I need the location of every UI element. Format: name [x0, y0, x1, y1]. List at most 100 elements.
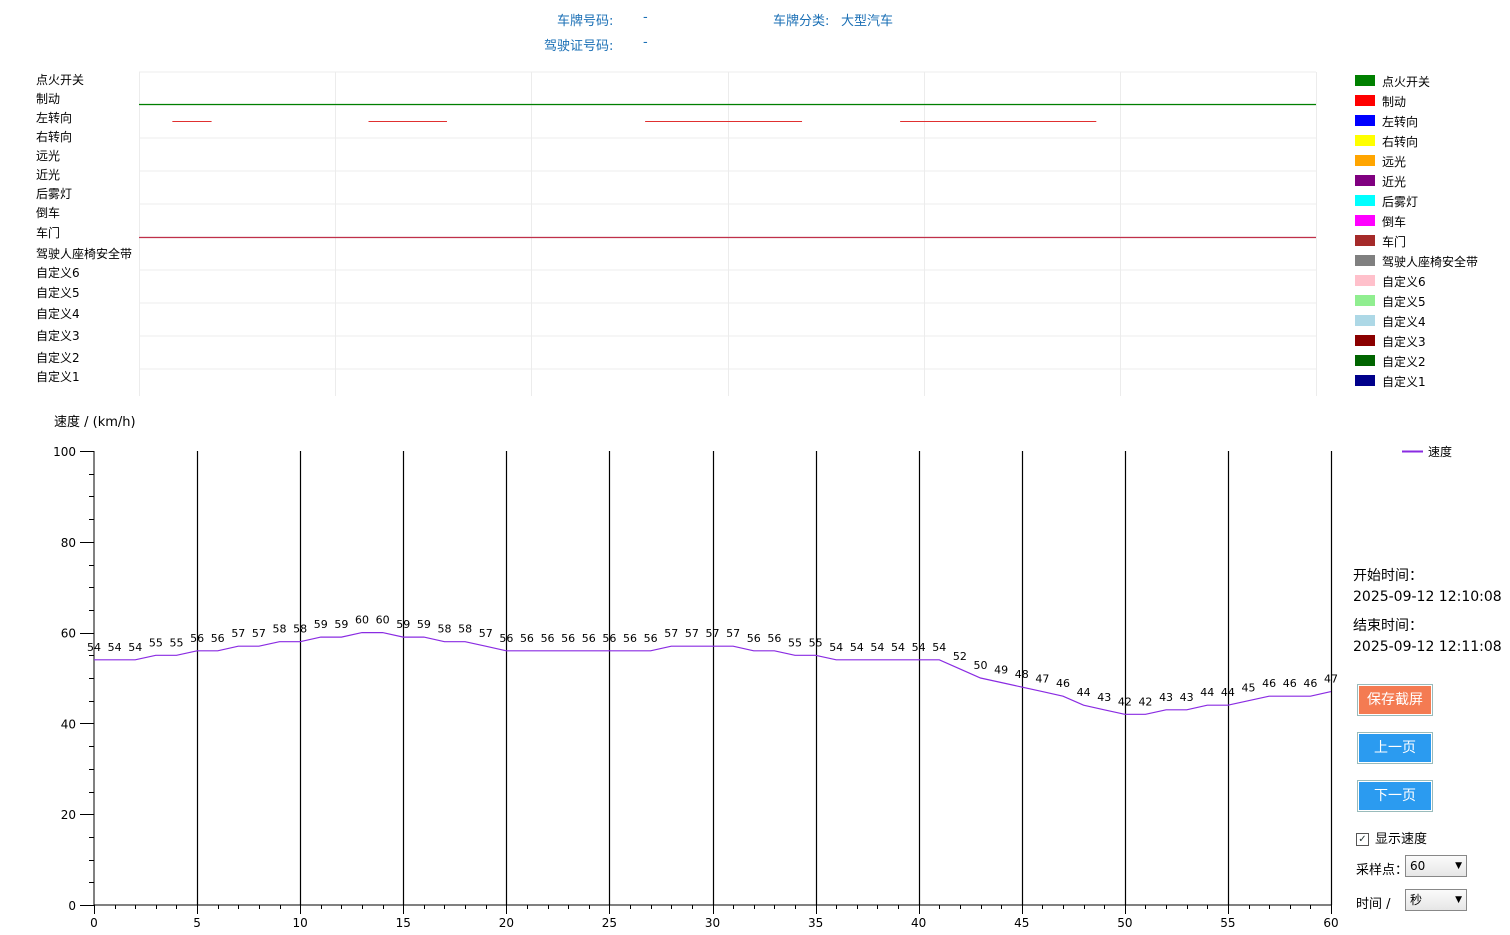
- x-tick-label: 60: [1323, 916, 1338, 930]
- x-tick-label: 40: [911, 916, 926, 930]
- speed-data-label: 57: [231, 627, 245, 640]
- speed-data-label: 56: [190, 632, 204, 645]
- speed-data-label: 56: [747, 632, 761, 645]
- y-tick-label: 80: [61, 536, 76, 550]
- speed-data-label: 46: [1283, 677, 1297, 690]
- start-time-label: 开始时间：: [1353, 568, 1423, 584]
- save-screenshot-button[interactable]: 保存截屏: [1357, 684, 1433, 716]
- speed-data-label: 54: [932, 641, 946, 654]
- start-time-value: 2025-09-12 12:10:08: [1353, 589, 1502, 605]
- speed-data-label: 56: [561, 632, 575, 645]
- y-tick-label: 40: [61, 717, 76, 731]
- x-tick-label: 45: [1014, 916, 1029, 930]
- speed-data-label: 43: [1097, 691, 1111, 704]
- speed-chart: 速度 / (km/h) 0 20 40 60 80 100 0 5 10 15 20 25 30 35 40 4…: [53, 414, 1452, 930]
- speed-data-label: 56: [211, 632, 225, 645]
- sample-points-select[interactable]: 60 ▼: [1405, 855, 1467, 877]
- legend-label: 速度: [1428, 444, 1452, 459]
- y-tick-label: 60: [61, 627, 76, 641]
- x-tick-label: 35: [808, 916, 823, 930]
- chevron-down-icon: ▼: [1455, 861, 1462, 871]
- y-tick-label: 20: [61, 808, 76, 822]
- speed-data-label: 47: [1324, 673, 1338, 686]
- y-tick-label: 0: [68, 899, 76, 913]
- x-tick-label: 10: [293, 916, 308, 930]
- speed-data-label: 55: [149, 636, 163, 649]
- speed-data-label: 55: [169, 636, 183, 649]
- speed-data-label: 59: [417, 618, 431, 631]
- x-tick-label: 15: [396, 916, 411, 930]
- speed-data-label: 56: [767, 632, 781, 645]
- speed-data-label: 56: [623, 632, 637, 645]
- sample-points-label: 采样点：: [1356, 863, 1409, 878]
- y-axis-label: 速度 / (km/h): [54, 414, 136, 430]
- speed-data-label: 49: [994, 664, 1008, 677]
- end-time-value: 2025-09-12 12:11:08: [1353, 639, 1502, 655]
- speed-data-label: 54: [850, 641, 864, 654]
- time-unit-select[interactable]: 秒 ▼: [1405, 889, 1467, 911]
- speed-data-label: 59: [314, 618, 328, 631]
- speed-data-label: 46: [1262, 677, 1276, 690]
- speed-data-label: 57: [479, 627, 493, 640]
- speed-data-label: 58: [458, 623, 472, 636]
- prev-page-button[interactable]: 上一页: [1357, 732, 1433, 764]
- x-tick-label: 5: [193, 916, 201, 930]
- speed-data-label: 54: [891, 641, 905, 654]
- speed-data-label: 58: [437, 623, 451, 636]
- speed-data-label: 48: [1015, 668, 1029, 681]
- speed-data-label: 44: [1077, 686, 1091, 699]
- speed-data-label: 50: [974, 659, 988, 672]
- time-unit-label: 时间 /: [1356, 897, 1391, 912]
- speed-data-label: 46: [1056, 677, 1070, 690]
- x-tick-label: 0: [90, 916, 98, 930]
- speed-data-label: 45: [1242, 682, 1256, 695]
- speed-data-label: 56: [644, 632, 658, 645]
- x-tick-label: 20: [499, 916, 514, 930]
- speed-data-label: 43: [1180, 691, 1194, 704]
- speed-data-label: 57: [664, 627, 678, 640]
- sample-points-value: 60: [1410, 859, 1426, 873]
- y-tick-label: 100: [53, 445, 76, 459]
- speed-data-label: 57: [726, 627, 740, 640]
- speed-data-label: 57: [706, 627, 720, 640]
- speed-data-label: 57: [252, 627, 266, 640]
- speed-data-label: 56: [541, 632, 555, 645]
- speed-data-label: 47: [1035, 673, 1049, 686]
- speed-data-label: 56: [582, 632, 596, 645]
- end-time-label: 结束时间：: [1353, 618, 1423, 634]
- speed-data-label: 57: [685, 627, 699, 640]
- speed-data-label: 43: [1159, 691, 1173, 704]
- speed-data-label: 55: [788, 636, 802, 649]
- checkbox-icon: ✓: [1356, 833, 1369, 846]
- time-unit-value: 秒: [1410, 893, 1423, 907]
- speed-data-label: 42: [1138, 695, 1152, 708]
- speed-data-label: 54: [870, 641, 884, 654]
- speed-data-label: 54: [87, 641, 101, 654]
- speed-data-label: 52: [953, 650, 967, 663]
- speed-data-label: 56: [602, 632, 616, 645]
- speed-data-label: 44: [1200, 686, 1214, 699]
- speed-data-label: 54: [128, 641, 142, 654]
- speed-data-label: 54: [108, 641, 122, 654]
- speed-data-label: 56: [520, 632, 534, 645]
- x-tick-label: 25: [602, 916, 617, 930]
- speed-data-label: 44: [1221, 686, 1235, 699]
- speed-data-label: 58: [273, 623, 287, 636]
- speed-data-label: 42: [1118, 695, 1132, 708]
- speed-data-label: 54: [912, 641, 926, 654]
- x-tick-label: 30: [705, 916, 720, 930]
- speed-data-label: 58: [293, 623, 307, 636]
- speed-data-label: 55: [809, 636, 823, 649]
- speed-data-label: 60: [376, 614, 390, 627]
- show-speed-checkbox[interactable]: ✓ 显示速度: [1356, 828, 1427, 847]
- speed-data-label: 59: [334, 618, 348, 631]
- chevron-down-icon: ▼: [1455, 895, 1462, 905]
- speed-data-label: 60: [355, 614, 369, 627]
- speed-data-label: 54: [829, 641, 843, 654]
- speed-data-label: 59: [396, 618, 410, 631]
- speed-data-label: 56: [499, 632, 513, 645]
- speed-data-label: 46: [1303, 677, 1317, 690]
- show-speed-label: 显示速度: [1375, 832, 1428, 847]
- x-tick-label: 55: [1220, 916, 1235, 930]
- next-page-button[interactable]: 下一页: [1357, 780, 1433, 812]
